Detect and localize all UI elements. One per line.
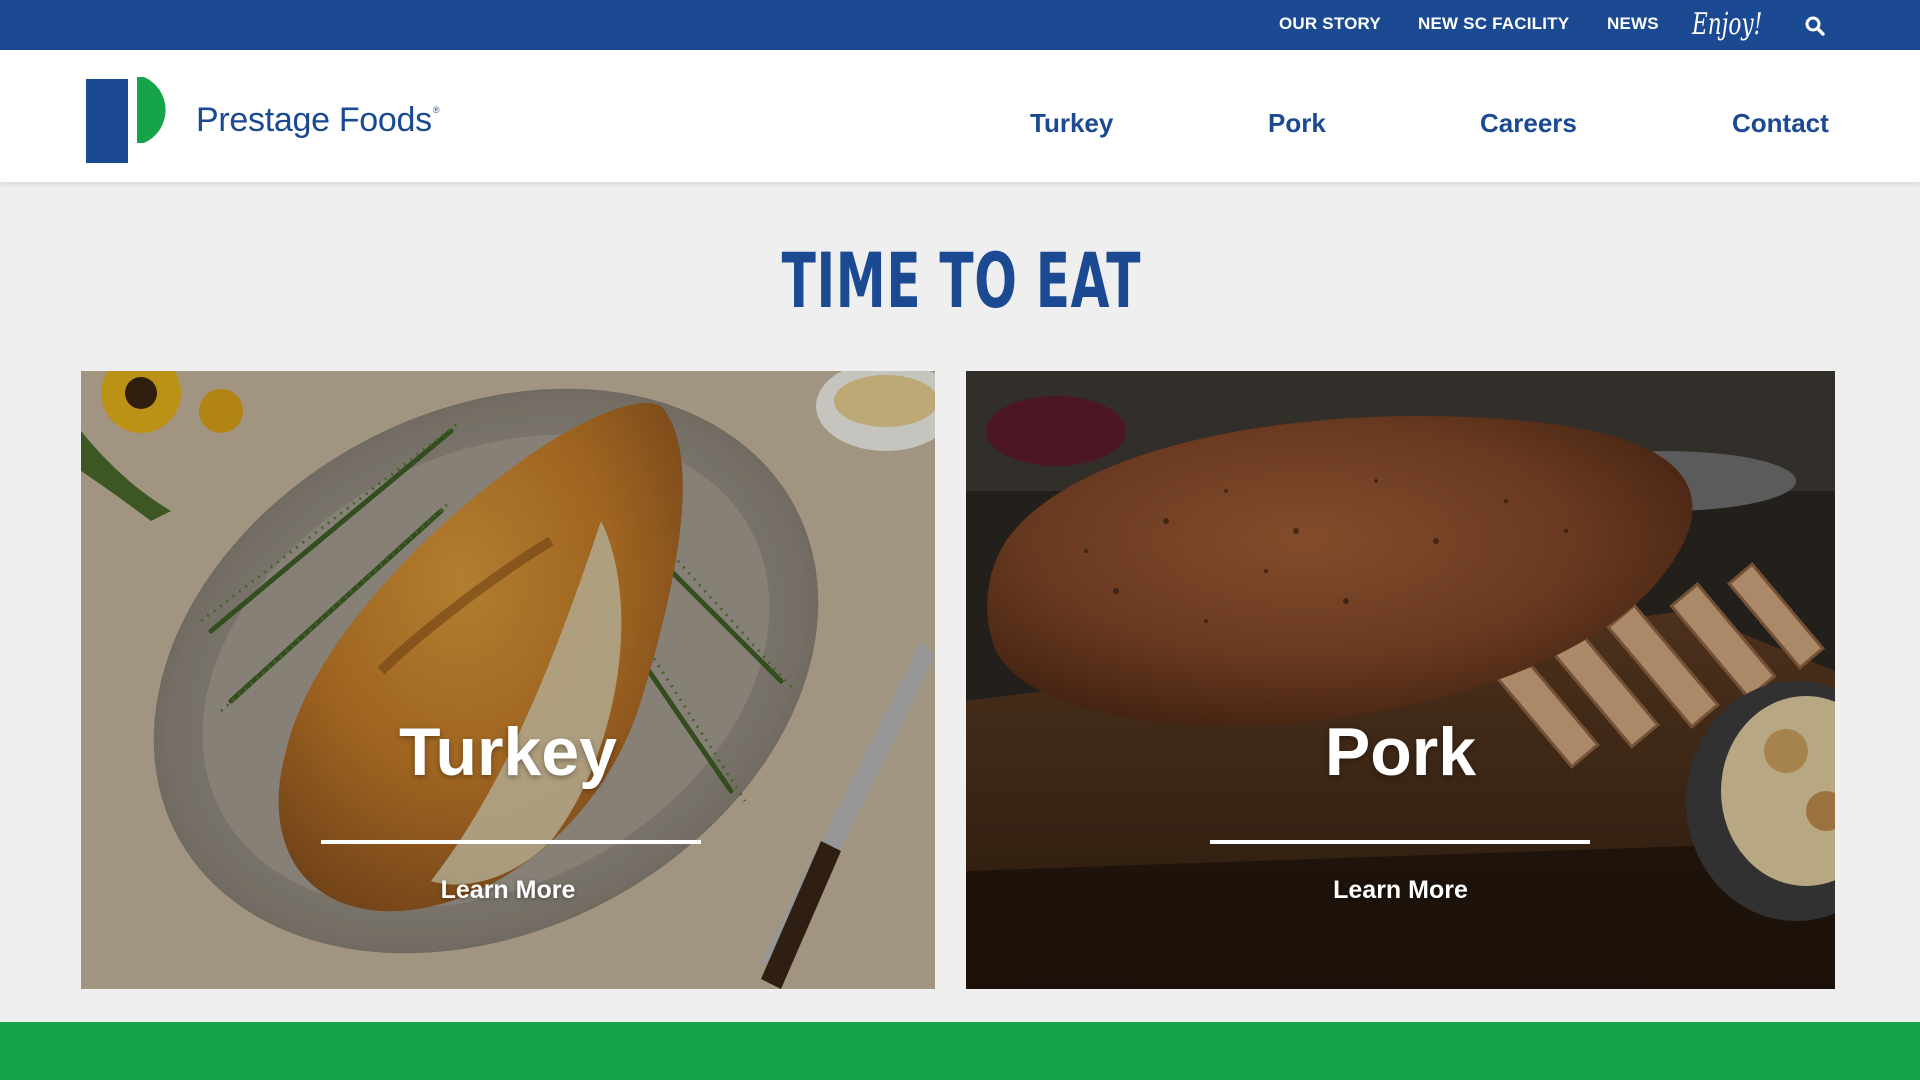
site-header: Prestage Foods® Turkey Pork Careers Cont… — [0, 50, 1920, 182]
nav-our-story[interactable]: OUR STORY — [1279, 0, 1381, 50]
logo-wordmark: Prestage Foods® — [196, 101, 440, 139]
nav-new-sc-facility[interactable]: NEW SC FACILITY — [1418, 0, 1569, 50]
prestage-logo-icon — [86, 77, 166, 163]
pork-card-divider — [1210, 840, 1590, 844]
nav-enjoy[interactable]: Enjoy! — [1692, 2, 1762, 48]
registered-mark: ® — [432, 104, 440, 115]
pork-card[interactable]: Pork Learn More — [966, 371, 1835, 989]
turkey-card-title: Turkey — [399, 714, 617, 790]
footer-band — [0, 1022, 1920, 1080]
main-nav-pork[interactable]: Pork — [1268, 108, 1326, 139]
search-button[interactable] — [1804, 15, 1826, 37]
logo[interactable]: Prestage Foods® — [86, 77, 466, 163]
turkey-card-divider — [321, 840, 701, 844]
pork-card-title: Pork — [1324, 714, 1477, 790]
search-icon — [1805, 16, 1825, 36]
main-nav-turkey[interactable]: Turkey — [1030, 108, 1113, 139]
turkey-learn-more-link[interactable]: Learn More — [81, 874, 935, 906]
main-nav-careers[interactable]: Careers — [1480, 108, 1577, 139]
nav-news[interactable]: NEWS — [1607, 0, 1659, 50]
page-headline: TIME TO EAT — [781, 236, 1142, 325]
turkey-card[interactable]: Turkey Learn More — [81, 371, 935, 989]
utility-bar: OUR STORY NEW SC FACILITY NEWS Enjoy! — [0, 0, 1920, 50]
main-nav-contact[interactable]: Contact — [1732, 108, 1829, 139]
pork-learn-more-link[interactable]: Learn More — [966, 874, 1835, 906]
